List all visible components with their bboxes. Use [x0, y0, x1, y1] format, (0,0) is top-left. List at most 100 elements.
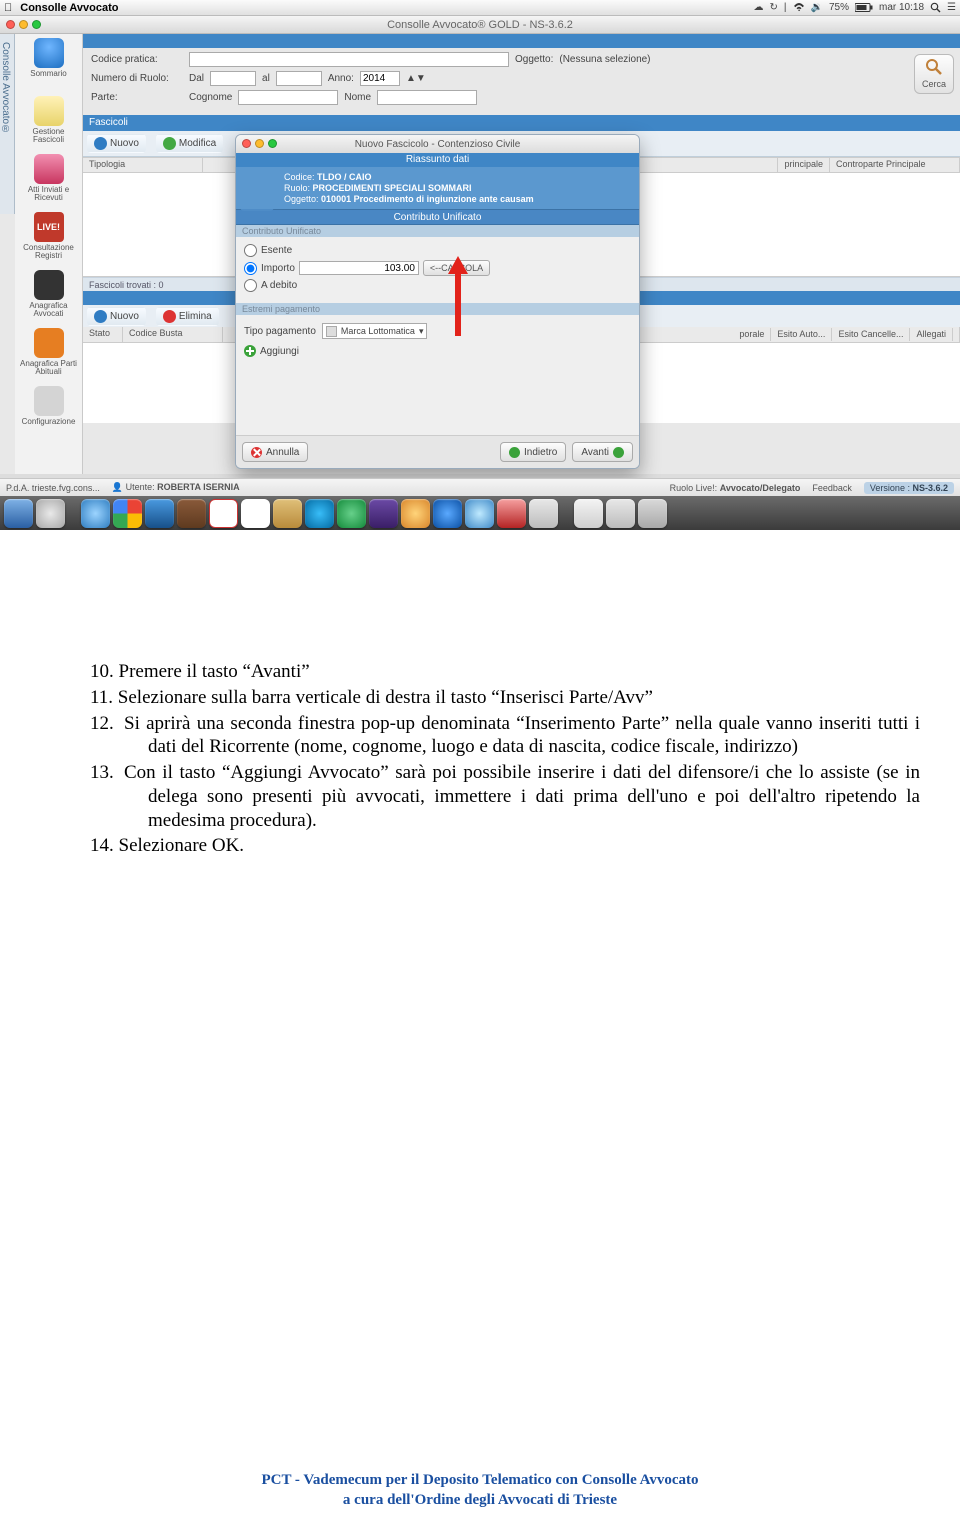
mail-app-icon[interactable]: [145, 499, 174, 528]
reminders-icon[interactable]: [241, 499, 270, 528]
radio-importo-row[interactable]: Importo <--CALCOLA: [244, 260, 631, 276]
dashboard-icon[interactable]: [81, 499, 110, 528]
cognome-input[interactable]: [238, 90, 338, 105]
col-principale[interactable]: principale: [778, 158, 830, 172]
radio-adebito[interactable]: [244, 279, 257, 292]
plus-icon: [244, 345, 256, 357]
battery-icon: [855, 2, 873, 13]
modal-footer: Annulla Indietro Avanti: [236, 435, 639, 468]
pencil-icon: [34, 386, 64, 416]
col-stato[interactable]: Stato: [83, 327, 123, 342]
nav-sommario[interactable]: Sommario: [19, 38, 79, 88]
java-icon[interactable]: [574, 499, 603, 528]
nav-fascicoli[interactable]: Gestione Fascicoli: [19, 96, 79, 146]
downloads-icon[interactable]: [606, 499, 635, 528]
addressbook-icon[interactable]: [177, 499, 206, 528]
nav-atti[interactable]: Atti Inviati e Ricevuti: [19, 154, 79, 204]
parte-label: Parte:: [91, 92, 183, 103]
anno-input[interactable]: [360, 71, 400, 86]
fascicoli-section-header: Fascicoli: [83, 115, 960, 131]
radio-esente[interactable]: [244, 244, 257, 257]
window-close-icon[interactable]: [6, 20, 15, 29]
nav-anagrafica-parti[interactable]: Anagrafica Parti Abituali: [19, 328, 79, 378]
messages-icon[interactable]: [305, 499, 334, 528]
tipo-pagamento-select[interactable]: Marca Lottomatica ▾: [322, 323, 428, 339]
indietro-button[interactable]: Indietro: [500, 442, 566, 462]
step-12: 12.Si aprirà una seconda finestra pop-up…: [90, 712, 920, 760]
nav-anagrafica-avvocati[interactable]: Anagrafica Avvocati: [19, 270, 79, 320]
avanti-button[interactable]: Avanti: [572, 442, 633, 462]
radio-adebito-row[interactable]: A debito: [244, 279, 631, 292]
nav-live[interactable]: LIVE!Consultazione Registri: [19, 212, 79, 262]
modal-titlebar: Nuovo Fascicolo - Contenzioso Civile: [236, 135, 639, 153]
menubar-clock: mar 10:18: [879, 2, 924, 13]
trash-icon[interactable]: [638, 499, 667, 528]
back-icon: [509, 447, 520, 458]
aggiungi-button[interactable]: Aggiungi: [244, 345, 631, 357]
status-versione-label: Versione :: [870, 483, 910, 493]
facetime-icon[interactable]: [337, 499, 366, 528]
col-codice-busta[interactable]: Codice Busta: [123, 327, 223, 342]
lottomatica-icon: [326, 326, 337, 337]
itunes-icon[interactable]: [369, 499, 398, 528]
tool-nuovo-deposito[interactable]: Nuovo: [87, 307, 146, 326]
step-10: 10. Premere il tasto “Avanti”: [90, 660, 920, 684]
al-input[interactable]: [276, 71, 322, 86]
pagamento-subheader: Estremi pagamento: [236, 303, 639, 315]
user-icon: 👤: [112, 482, 123, 492]
importo-input[interactable]: [299, 261, 419, 275]
safari2-icon[interactable]: [465, 499, 494, 528]
radio-importo[interactable]: [244, 262, 257, 275]
anno-stepper-icon[interactable]: ▲▼: [406, 73, 426, 84]
radio-esente-row[interactable]: Esente: [244, 244, 631, 257]
forward-icon: [613, 447, 624, 458]
modal-title: Nuovo Fascicolo - Contenzioso Civile: [355, 139, 521, 150]
col-esito-auto[interactable]: Esito Auto...: [771, 328, 832, 341]
spotlight-icon: [930, 2, 941, 13]
dal-input[interactable]: [210, 71, 256, 86]
modal-zoom-icon[interactable]: [268, 139, 277, 148]
calendar-icon[interactable]: [209, 499, 238, 528]
annulla-button[interactable]: Annulla: [242, 442, 308, 462]
step-14: 14. Selezionare OK.: [90, 834, 920, 858]
nome-input[interactable]: [377, 90, 477, 105]
notes-icon[interactable]: [273, 499, 302, 528]
tool-elimina-deposito[interactable]: Elimina: [156, 307, 219, 326]
codice-label: Codice pratica:: [91, 54, 183, 65]
status-pda: P.d.A. trieste.fvg.cons...: [6, 483, 100, 493]
mail-icon: [34, 154, 64, 184]
step-11: 11. Selezionare sulla barra verticale di…: [90, 686, 920, 710]
window-zoom-icon[interactable]: [32, 20, 41, 29]
tool-nuovo-fascicolo[interactable]: Nuovo: [87, 134, 146, 153]
collapsed-side-tab[interactable]: Consolle Avvocato®: [0, 34, 15, 214]
col-tipologia[interactable]: Tipologia: [83, 158, 203, 172]
cerca-button[interactable]: Cerca: [914, 54, 954, 94]
codice-input[interactable]: [189, 52, 509, 67]
systemprefs-icon[interactable]: [529, 499, 558, 528]
appstore-icon[interactable]: [433, 499, 462, 528]
nav-configurazione[interactable]: Configurazione: [19, 386, 79, 436]
status-ruolo: Avvocato/Delegato: [720, 483, 801, 493]
finder-icon[interactable]: [4, 499, 33, 528]
acrobat-icon[interactable]: [497, 499, 526, 528]
modal-section-header: Contributo Unificato: [236, 209, 639, 225]
calcola-button[interactable]: <--CALCOLA: [423, 260, 490, 276]
window-minimize-icon[interactable]: [19, 20, 28, 29]
status-bar: P.d.A. trieste.fvg.cons... 👤 Utente: ROB…: [0, 478, 960, 496]
volume-icon: 🔉: [811, 2, 823, 13]
judge-icon: [34, 270, 64, 300]
wifi-icon: [793, 2, 805, 13]
col-allegati[interactable]: Allegati: [910, 328, 953, 341]
safari-icon[interactable]: [36, 499, 65, 528]
col-temporale[interactable]: porale: [733, 328, 771, 341]
status-feedback[interactable]: Feedback: [812, 483, 852, 493]
chrome-icon[interactable]: [113, 499, 142, 528]
modal-close-icon[interactable]: [242, 139, 251, 148]
search-panel: Codice pratica: Oggetto: (Nessuna selezi…: [83, 48, 960, 115]
modal-minimize-icon[interactable]: [255, 139, 264, 148]
col-esito-canc[interactable]: Esito Cancelle...: [832, 328, 910, 341]
divider-icon: |: [784, 2, 787, 13]
col-controparte[interactable]: Controparte Principale: [830, 158, 960, 172]
photobooth-icon[interactable]: [401, 499, 430, 528]
tool-modifica-fascicolo[interactable]: Modifica: [156, 134, 223, 153]
